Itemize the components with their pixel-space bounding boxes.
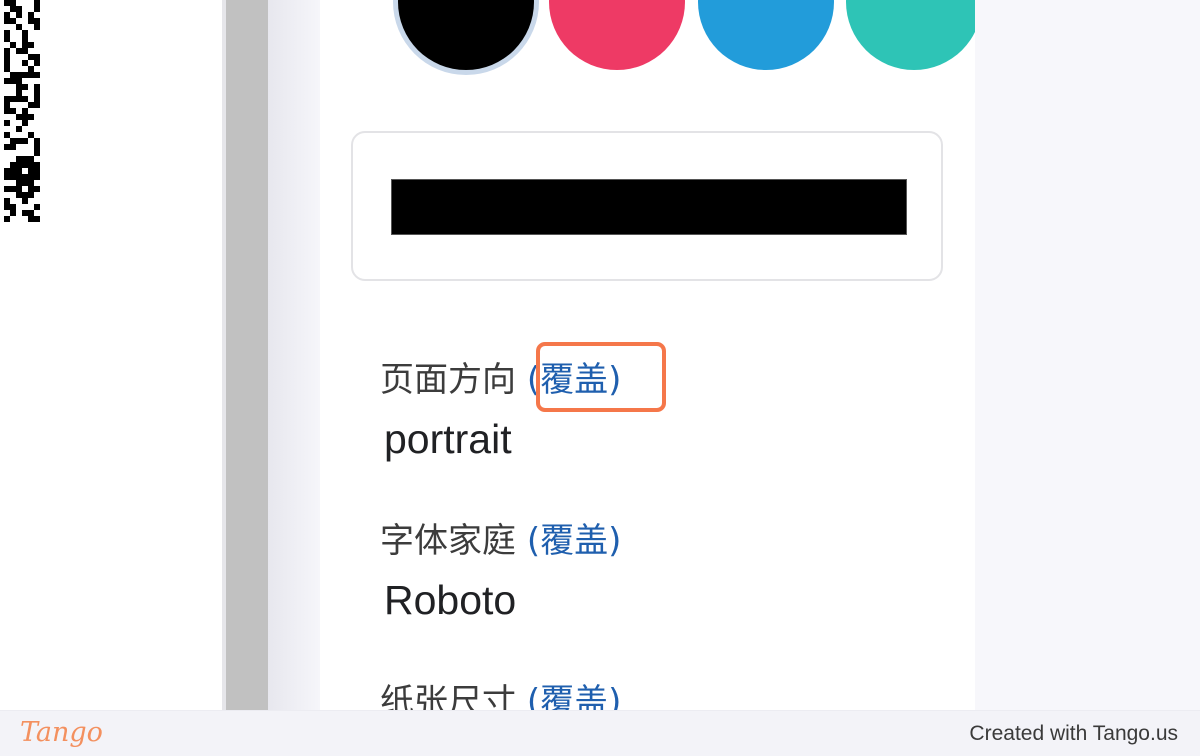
color-swatch-blue[interactable] bbox=[698, 0, 834, 70]
theme-preview-bar bbox=[391, 179, 907, 235]
setting-label-font-family: 字体家庭 (覆盖) bbox=[380, 519, 621, 563]
color-swatch-red[interactable] bbox=[549, 0, 685, 70]
scrollbar[interactable] bbox=[226, 0, 268, 710]
qr-code-pane bbox=[0, 0, 222, 710]
tango-logo: Tango bbox=[20, 717, 103, 748]
override-link[interactable]: (覆盖) bbox=[527, 682, 622, 710]
color-swatch-black[interactable] bbox=[398, 0, 534, 70]
footer-bar: Tango Created with Tango.us bbox=[0, 710, 1200, 756]
setting-label-text: 纸张尺寸 bbox=[380, 682, 516, 710]
color-swatch-teal[interactable] bbox=[846, 0, 975, 70]
credit-text: Created with Tango.us bbox=[969, 722, 1178, 745]
setting-label-paper-size: 纸张尺寸 (覆盖) bbox=[380, 680, 621, 710]
setting-value-page-orientation: portrait bbox=[384, 416, 512, 462]
click-highlight bbox=[536, 342, 666, 412]
override-link[interactable]: (覆盖) bbox=[527, 521, 622, 561]
setting-label-text: 字体家庭 bbox=[380, 521, 516, 561]
qr-code-image bbox=[4, 0, 40, 222]
theme-preview-card bbox=[351, 131, 943, 281]
panel-gutter bbox=[268, 0, 320, 710]
setting-label-text: 页面方向 bbox=[380, 360, 516, 400]
setting-value-font-family: Roboto bbox=[384, 577, 517, 623]
